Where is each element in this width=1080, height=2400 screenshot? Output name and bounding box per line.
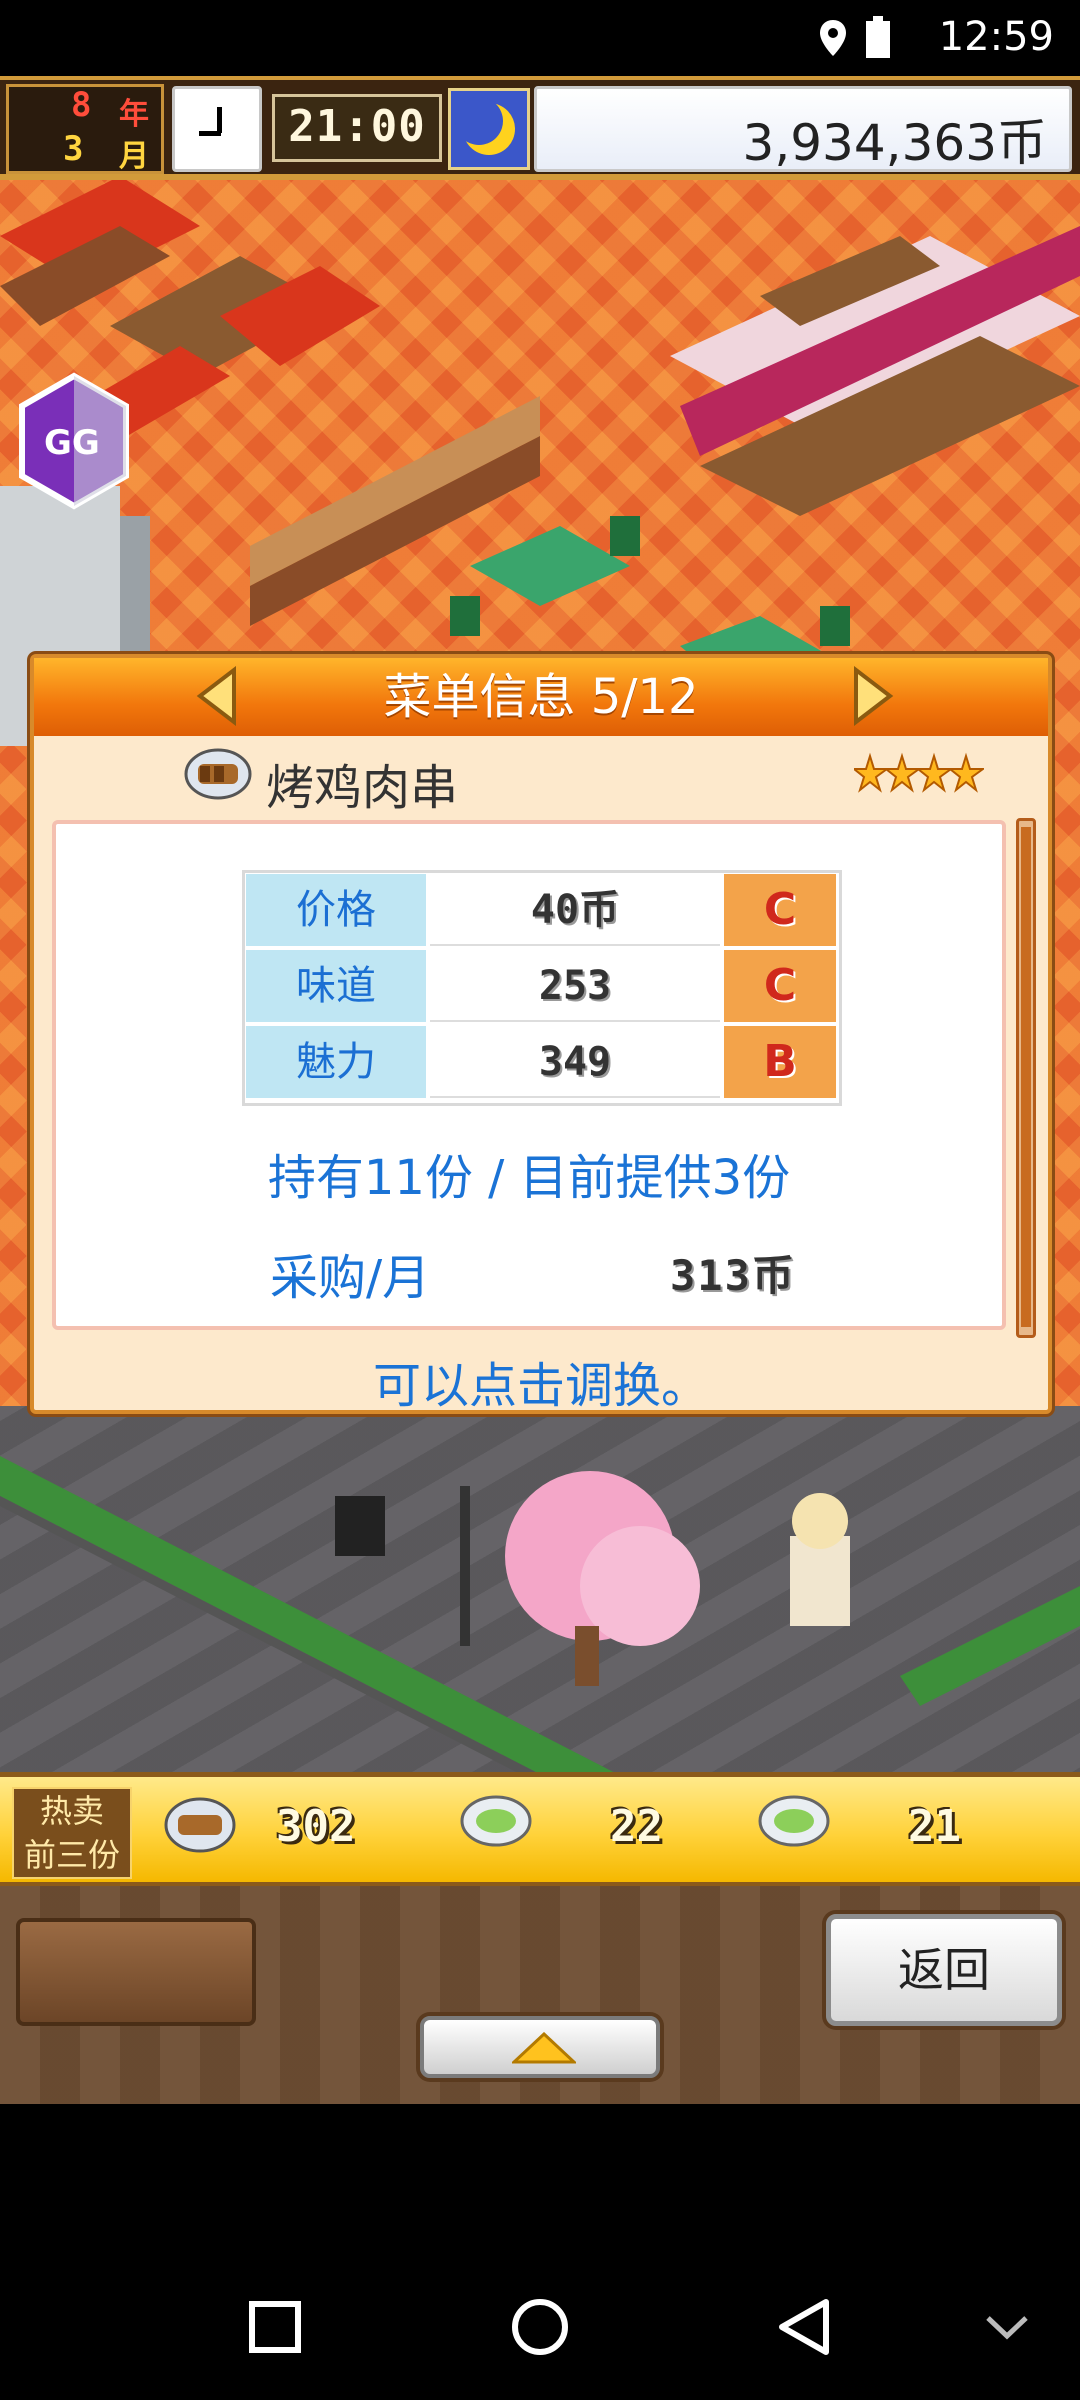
money-amount: 3,934,363币 bbox=[742, 114, 1047, 172]
status-time: 12:59 bbox=[938, 14, 1054, 60]
stat-value: 253 bbox=[430, 950, 720, 1022]
swap-hint: 可以点击调换。 bbox=[372, 1358, 709, 1414]
skewer-icon bbox=[184, 748, 252, 800]
salad-bowl-icon bbox=[758, 1795, 830, 1847]
star-rating-icon bbox=[854, 752, 984, 793]
game-time: 21:00 bbox=[272, 94, 442, 162]
home-circle-icon[interactable] bbox=[505, 2292, 575, 2362]
next-arrow-icon[interactable] bbox=[850, 666, 896, 726]
empty-slot[interactable] bbox=[16, 1918, 256, 2026]
dish-name: 烤鸡肉串 bbox=[266, 760, 459, 816]
chevron-up-icon bbox=[512, 2032, 576, 2064]
chevron-down-icon[interactable] bbox=[972, 2292, 1042, 2362]
prev-arrow-icon[interactable] bbox=[194, 666, 240, 726]
bottom-panel: 返回 bbox=[0, 1886, 1080, 2104]
month-label: 月 bbox=[119, 139, 149, 174]
stat-row-price: 价格 40币 C bbox=[246, 874, 838, 950]
month-number: 3 bbox=[63, 129, 84, 169]
battery-icon bbox=[866, 16, 890, 58]
top-hud: 8 年 3 月 21:00 3,934,363币 bbox=[0, 76, 1080, 180]
status-bar: 12:59 bbox=[0, 0, 1080, 76]
stock-info: 持有11份 / 目前提供3份 bbox=[267, 1150, 791, 1206]
stat-rank-badge: B bbox=[724, 1026, 836, 1098]
stat-rank-badge: C bbox=[724, 950, 836, 1022]
return-button[interactable]: 返回 bbox=[826, 1914, 1062, 2026]
top-sellers-bar[interactable]: 热卖 前三份 302 22 21 bbox=[0, 1772, 1080, 1886]
top-seller-count: 22 bbox=[610, 1801, 663, 1852]
skewer-icon bbox=[164, 1797, 236, 1853]
top-sellers-label: 热卖 前三份 bbox=[12, 1787, 132, 1879]
stats-table: 价格 40币 C 味道 253 C 魅力 349 B bbox=[246, 874, 838, 1102]
stat-label: 味道 bbox=[246, 950, 426, 1022]
clock-icon bbox=[172, 86, 262, 172]
purchase-label: 采购/月 bbox=[270, 1250, 431, 1306]
salad-bowl-icon bbox=[460, 1795, 532, 1847]
year-label: 年 bbox=[119, 97, 149, 132]
stat-rank-badge: C bbox=[724, 874, 836, 946]
top-seller-count: 21 bbox=[908, 1801, 961, 1852]
stat-label: 价格 bbox=[246, 874, 426, 946]
game-date: 8 年 3 月 bbox=[6, 84, 164, 174]
stat-row-taste: 味道 253 C bbox=[246, 950, 838, 1026]
year-number: 8 bbox=[71, 85, 92, 125]
back-triangle-icon[interactable] bbox=[770, 2292, 840, 2362]
purchase-value: 313币 bbox=[670, 1251, 796, 1300]
expand-button[interactable] bbox=[420, 2016, 660, 2078]
moon-icon bbox=[448, 88, 530, 170]
stat-row-charm: 魅力 349 B bbox=[246, 1026, 838, 1102]
stat-value: 349 bbox=[430, 1026, 720, 1098]
dish-details-panel[interactable]: 价格 40币 C 味道 253 C 魅力 349 B 持有11份 / 目前提供3… bbox=[52, 820, 1006, 1330]
stat-value: 40币 bbox=[430, 874, 720, 946]
location-icon bbox=[820, 20, 846, 56]
top-seller-count: 302 bbox=[276, 1801, 356, 1852]
menu-info-dialog: 菜单信息 5/12 烤鸡肉串 价格 40币 C 味道 253 C 魅力 349 … bbox=[30, 654, 1052, 1414]
money-display: 3,934,363币 bbox=[534, 86, 1072, 172]
gg-label: GG bbox=[44, 423, 100, 463]
dialog-scrollbar[interactable] bbox=[1016, 818, 1036, 1338]
system-nav-bar bbox=[0, 2104, 1080, 2400]
dish-header[interactable]: 烤鸡肉串 bbox=[34, 742, 1048, 816]
stat-label: 魅力 bbox=[246, 1026, 426, 1098]
recents-square-icon[interactable] bbox=[240, 2292, 310, 2362]
gg-icon[interactable]: GG bbox=[14, 372, 134, 512]
